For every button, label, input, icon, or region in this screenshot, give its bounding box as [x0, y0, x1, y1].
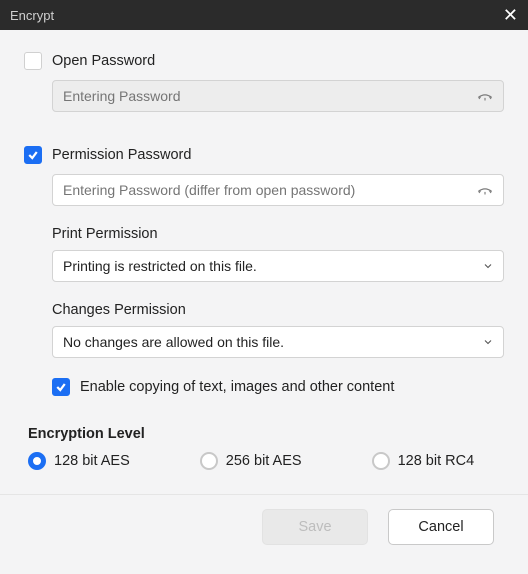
encryption-heading: Encryption Level	[28, 426, 504, 442]
encryption-option-128-aes[interactable]: 128 bit AES	[28, 452, 130, 470]
enable-copy-row: Enable copying of text, images and other…	[52, 378, 504, 396]
permission-password-input[interactable]	[52, 174, 504, 206]
radio-icon	[28, 452, 46, 470]
eye-hidden-icon[interactable]	[476, 181, 494, 199]
open-password-input	[52, 80, 504, 112]
encryption-option-128-rc4[interactable]: 128 bit RC4	[372, 452, 475, 470]
changes-permission-select[interactable]: No changes are allowed on this file.	[52, 326, 504, 358]
cancel-button-label: Cancel	[418, 519, 463, 535]
open-password-label: Open Password	[52, 53, 155, 69]
print-permission-label: Print Permission	[52, 226, 504, 242]
encryption-option-label: 256 bit AES	[226, 453, 302, 469]
open-password-checkbox[interactable]	[24, 52, 42, 70]
save-button-label: Save	[298, 519, 331, 535]
encryption-option-label: 128 bit AES	[54, 453, 130, 469]
titlebar: Encrypt ✕	[0, 0, 528, 30]
permission-password-label: Permission Password	[52, 147, 191, 163]
encryption-options: 128 bit AES 256 bit AES 128 bit RC4	[28, 452, 504, 470]
chevron-down-icon	[482, 260, 494, 272]
permission-password-row: Permission Password	[24, 146, 504, 164]
print-permission-select[interactable]: Printing is restricted on this file.	[52, 250, 504, 282]
eye-hidden-icon	[476, 87, 494, 105]
encryption-option-label: 128 bit RC4	[398, 453, 475, 469]
print-permission-select-wrap: Printing is restricted on this file.	[52, 250, 504, 282]
open-password-field	[52, 80, 504, 112]
open-password-row: Open Password	[24, 52, 504, 70]
enable-copy-checkbox[interactable]	[52, 378, 70, 396]
enable-copy-label: Enable copying of text, images and other…	[80, 379, 394, 395]
changes-permission-label: Changes Permission	[52, 302, 504, 318]
radio-icon	[200, 452, 218, 470]
changes-permission-value: No changes are allowed on this file.	[63, 334, 284, 350]
print-permission-value: Printing is restricted on this file.	[63, 258, 257, 274]
dialog-title: Encrypt	[10, 8, 54, 23]
chevron-down-icon	[482, 336, 494, 348]
dialog-footer: Save Cancel	[24, 495, 504, 545]
permission-password-field	[52, 174, 504, 206]
close-icon[interactable]: ✕	[503, 6, 518, 24]
encryption-option-256-aes[interactable]: 256 bit AES	[200, 452, 302, 470]
dialog-body: Open Password Permission Password Print …	[0, 30, 528, 555]
cancel-button[interactable]: Cancel	[388, 509, 494, 545]
save-button[interactable]: Save	[262, 509, 368, 545]
permission-password-checkbox[interactable]	[24, 146, 42, 164]
changes-permission-select-wrap: No changes are allowed on this file.	[52, 326, 504, 358]
radio-icon	[372, 452, 390, 470]
